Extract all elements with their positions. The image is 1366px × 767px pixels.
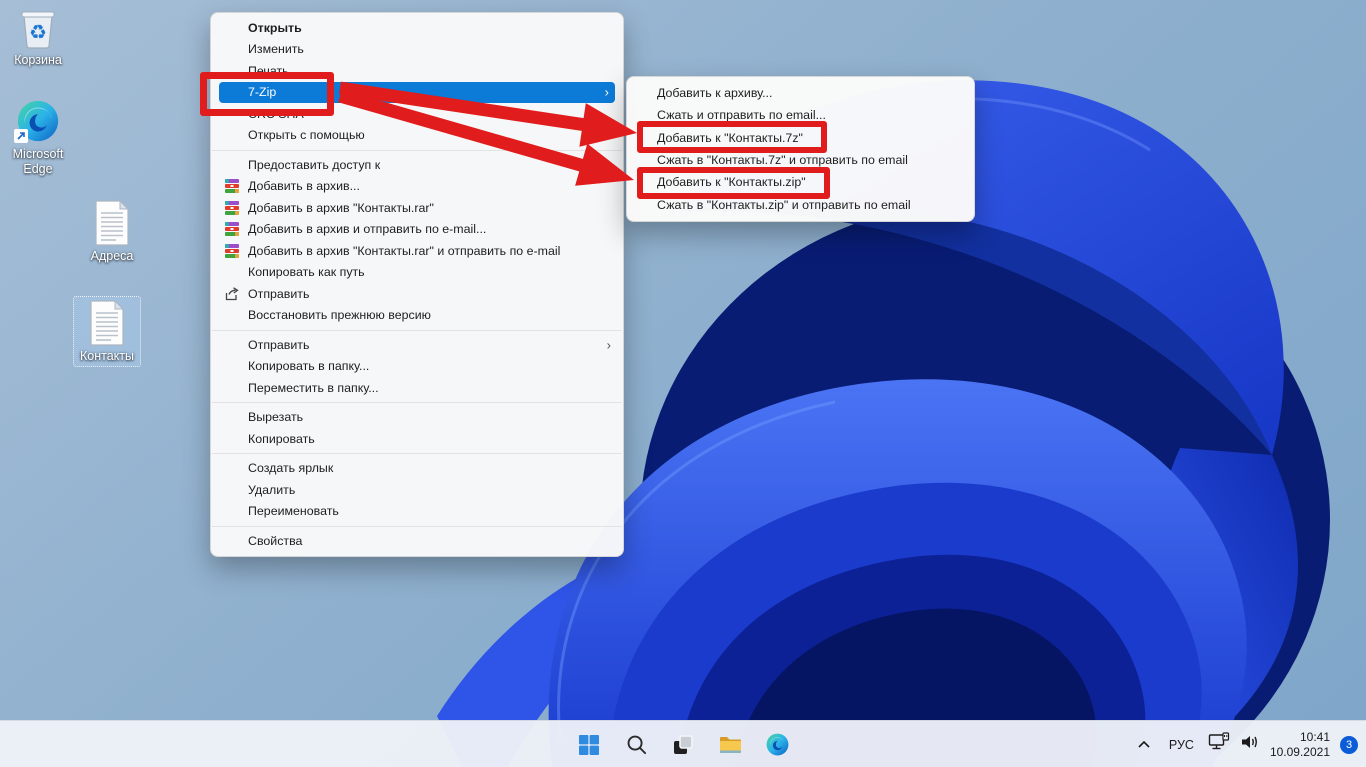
share-icon [224, 286, 240, 302]
menu-separator [212, 150, 622, 151]
menu-item-copy[interactable]: Копировать [211, 428, 623, 450]
menu-item-create-shortcut[interactable]: Создать ярлык [211, 458, 623, 480]
menu-item-restore-previous[interactable]: Восстановить прежнюю версию [211, 305, 623, 327]
task-view-button[interactable] [669, 731, 697, 759]
winrar-icon [224, 243, 240, 259]
menu-item-move-to-folder[interactable]: Переместить в папку... [211, 377, 623, 399]
submenu-item-compress-7z-email[interactable]: Сжать в "Контакты.7z" и отправить по ema… [627, 149, 974, 171]
context-menu: Открыть Изменить Печать 7-Zip› CRC SHA О… [210, 12, 624, 557]
menu-item-rename[interactable]: Переименовать [211, 501, 623, 523]
menu-item-open-with[interactable]: Открыть с помощью [211, 125, 623, 147]
edge-button[interactable] [763, 731, 791, 759]
submenu-item-add-to-7z[interactable]: Добавить к "Контакты.7z" [627, 127, 974, 149]
submenu-item-add-to-zip[interactable]: Добавить к "Контакты.zip" [627, 171, 974, 193]
menu-separator [212, 526, 622, 527]
text-document-icon [89, 300, 125, 346]
volume-icon[interactable] [1240, 733, 1260, 756]
network-icon[interactable] [1208, 732, 1230, 757]
taskbar: РУС 10:41 10.0 [0, 720, 1366, 767]
desktop-icon-label: Адреса [91, 249, 134, 264]
clock-time: 10:41 [1270, 730, 1330, 745]
submenu-item-compress-email[interactable]: Сжать и отправить по email... [627, 104, 974, 126]
menu-item-winrar-add-named[interactable]: Добавить в архив "Контакты.rar" [211, 197, 623, 219]
menu-item-delete[interactable]: Удалить [211, 479, 623, 501]
desktop-icon-recycle-bin[interactable]: ♻ Корзина [5, 8, 71, 68]
menu-item-7zip[interactable]: 7-Zip› [219, 82, 615, 104]
folder-icon [717, 732, 743, 758]
menu-separator [212, 330, 622, 331]
menu-item-copy-to-folder[interactable]: Копировать в папку... [211, 356, 623, 378]
search-icon [625, 733, 648, 756]
shortcut-arrow-icon [14, 129, 28, 143]
menu-item-properties[interactable]: Свойства [211, 530, 623, 552]
menu-item-open[interactable]: Открыть [211, 17, 623, 39]
winrar-icon [224, 221, 240, 237]
desktop-icon-microsoft-edge[interactable]: Microsoft Edge [5, 98, 71, 177]
desktop: ♻ Корзина Microsoft Edge [0, 0, 1366, 767]
edge-icon [765, 732, 790, 757]
text-document-icon [94, 200, 130, 246]
winrar-icon [224, 178, 240, 194]
tray-chevron-button[interactable] [1133, 731, 1155, 759]
menu-item-winrar-add-email[interactable]: Добавить в архив и отправить по e-mail..… [211, 219, 623, 241]
menu-item-cut[interactable]: Вырезать [211, 407, 623, 429]
menu-item-print[interactable]: Печать [211, 60, 623, 82]
clock[interactable]: 10:41 10.09.2021 [1270, 730, 1330, 760]
submenu-item-compress-zip-email[interactable]: Сжать в "Контакты.zip" и отправить по em… [627, 193, 974, 215]
menu-item-give-access[interactable]: Предоставить доступ к [211, 154, 623, 176]
desktop-icon-kontakty[interactable]: Контакты [74, 297, 140, 366]
svg-text:♻: ♻ [29, 22, 47, 44]
desktop-icon-label: Microsoft Edge [5, 147, 71, 177]
recycle-bin-icon: ♻ [18, 8, 58, 50]
menu-separator [212, 402, 622, 403]
task-view-icon [671, 733, 695, 757]
menu-item-edit[interactable]: Изменить [211, 39, 623, 61]
language-indicator[interactable]: РУС [1165, 738, 1198, 752]
desktop-icon-label: Корзина [14, 53, 62, 68]
winrar-icon [224, 200, 240, 216]
menu-item-crc-sha[interactable]: CRC SHA [211, 103, 623, 125]
windows-logo-icon [577, 733, 601, 757]
edge-icon [15, 98, 61, 144]
menu-item-winrar-add-named-email[interactable]: Добавить в архив "Контакты.rar" и отправ… [211, 240, 623, 262]
menu-item-share[interactable]: Отправить [211, 283, 623, 305]
file-explorer-button[interactable] [716, 731, 744, 759]
submenu-item-add-to-archive[interactable]: Добавить к архиву... [627, 82, 974, 104]
menu-item-send-to[interactable]: Отправить› [211, 334, 623, 356]
notification-badge[interactable]: 3 [1340, 736, 1358, 754]
7zip-submenu: Добавить к архиву... Сжать и отправить п… [626, 76, 975, 222]
menu-separator [212, 453, 622, 454]
submenu-arrow-icon: › [607, 338, 611, 351]
menu-item-copy-as-path[interactable]: Копировать как путь [211, 262, 623, 284]
desktop-icon-adresa[interactable]: Адреса [79, 200, 145, 264]
search-button[interactable] [622, 731, 650, 759]
menu-item-winrar-add[interactable]: Добавить в архив... [211, 176, 623, 198]
chevron-up-icon [1137, 740, 1151, 749]
submenu-arrow-icon: › [605, 86, 609, 99]
start-button[interactable] [575, 731, 603, 759]
desktop-icon-label: Контакты [80, 349, 134, 364]
clock-date: 10.09.2021 [1270, 745, 1330, 760]
